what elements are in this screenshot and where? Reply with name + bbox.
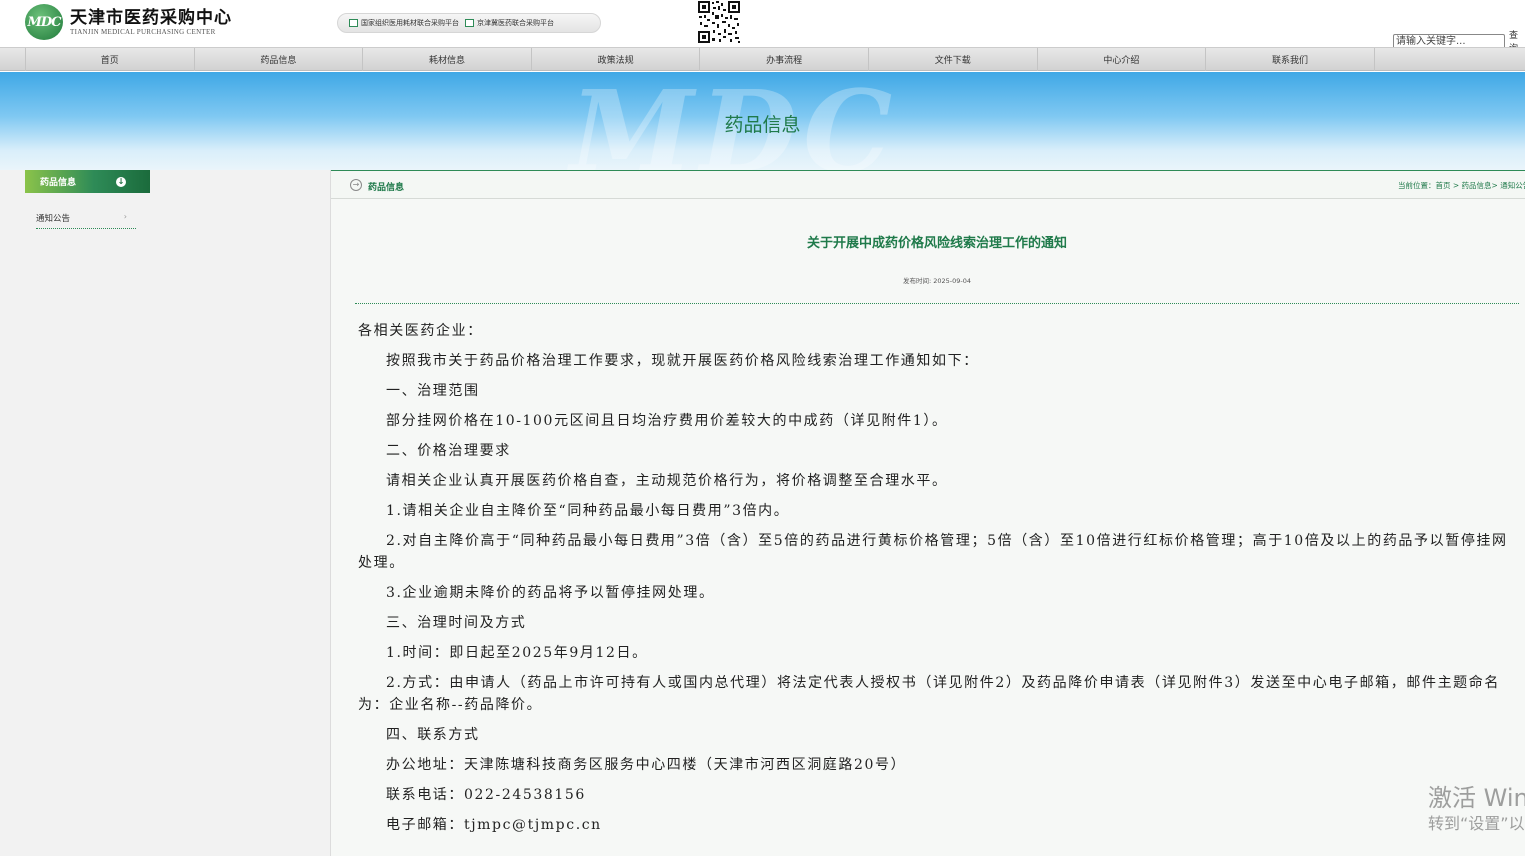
site-logo[interactable]: MDC 天津市医药采购中心 TIANJIN MEDICAL PURCHASING… <box>25 4 232 40</box>
arrow-down-circle-icon: ↓ <box>116 177 126 187</box>
sidebar: 药品信息 ↓ 通知公告 › <box>0 170 330 856</box>
banner-title: 药品信息 <box>724 114 801 136</box>
checkbox-icon <box>349 19 358 27</box>
logo-english-name: TIANJIN MEDICAL PURCHASING CENTER <box>70 27 216 36</box>
logo-chinese-name: 天津市医药采购中心 <box>70 7 232 28</box>
article-paragraph: 一、治理范围 <box>386 383 480 399</box>
sidebar-item-label: 通知公告 <box>36 213 71 224</box>
nav-item-downloads[interactable]: 文件下载 <box>869 48 1038 71</box>
nav-item-drug-info[interactable]: 药品信息 <box>195 48 364 71</box>
article-paragraph: 办公地址：天津陈塘科技商务区服务中心四楼（天津市河西区洞庭路20号） <box>386 757 907 773</box>
page-banner: MDC 药品信息 <box>0 72 1525 170</box>
windows-activation-watermark: 激活 Windows 转到“设置”以激活 Windows。 <box>1428 782 1525 834</box>
sidebar-header-label: 药品信息 <box>40 178 77 188</box>
article-paragraph: 1.时间：即日起至2025年9月12日。 <box>386 645 648 661</box>
main-nav: 首页 药品信息 耗材信息 政策法规 办事流程 文件下载 中心介绍 联系我们 <box>0 47 1525 71</box>
nav-item-contact[interactable]: 联系我们 <box>1206 48 1375 71</box>
nav-item-procedures[interactable]: 办事流程 <box>700 48 869 71</box>
platform-links: 国家组织医用耗材联合采购平台 京津冀医药联合采购平台 <box>337 13 601 33</box>
qr-code-icon <box>697 0 741 44</box>
platform-link-label: 国家组织医用耗材联合采购平台 <box>361 19 459 27</box>
article-paragraph: 部分挂网价格在10-100元区间且日均治疗费用价差较大的中成药（详见附件1）。 <box>386 413 948 429</box>
article-paragraph: 各相关医药企业： <box>358 323 483 339</box>
logo-mark: MDC <box>25 4 63 40</box>
article-paragraph: 电子邮箱：tjmpc@tjmpc.cn <box>386 817 602 833</box>
sidebar-header: 药品信息 ↓ <box>25 170 150 193</box>
checkbox-icon <box>465 19 474 27</box>
article-paragraph: 三、治理时间及方式 <box>386 615 527 631</box>
article-paragraph: 请相关企业认真开展医药价格自查，主动规范价格行为，将价格调整至合理水平。 <box>386 473 948 489</box>
nav-item-consumables[interactable]: 耗材信息 <box>363 48 532 71</box>
platform-link-national[interactable]: 国家组织医用耗材联合采购平台 <box>349 18 459 28</box>
content-area: → 药品信息 当前位置：首页 > 药品信息> 通知公告 关于开展中成药价格风险线… <box>330 170 1525 856</box>
article-body: 各相关医药企业： 按照我市关于药品价格治理工作要求，现就开展医药价格风险线索治理… <box>358 316 1518 840</box>
nav-item-about[interactable]: 中心介绍 <box>1038 48 1207 71</box>
article-date: 发布时间: 2025-09-04 <box>902 277 972 285</box>
nav-item-home[interactable]: 首页 <box>26 48 195 71</box>
nav-item-policy[interactable]: 政策法规 <box>532 48 701 71</box>
article-paragraph: 2.对自主降价高于“同种药品最小每日费用”3倍（含）至5倍的药品进行黄标价格管理… <box>358 533 1508 571</box>
activation-line-2: 转到“设置”以激活 Windows。 <box>1428 814 1525 833</box>
article-paragraph: 3.企业逾期未降价的药品将予以暂停挂网处理。 <box>386 585 715 601</box>
platform-link-label: 京津冀医药联合采购平台 <box>477 19 554 27</box>
section-title: 药品信息 <box>368 183 405 193</box>
breadcrumb-bar: → 药品信息 当前位置：首页 > 药品信息> 通知公告 <box>331 170 1525 199</box>
platform-link-jingjinji[interactable]: 京津冀医药联合采购平台 <box>465 18 554 28</box>
article-paragraph: 2.方式：由申请人（药品上市许可持有人或国内总代理）将法定代表人授权书（详见附件… <box>358 675 1500 713</box>
chevron-right-icon: › <box>123 212 127 221</box>
activation-line-1: 激活 Windows <box>1428 784 1525 812</box>
article-paragraph: 四、联系方式 <box>386 727 480 743</box>
divider <box>355 303 1519 304</box>
article-paragraph: 联系电话：022-24538156 <box>386 787 586 803</box>
article-paragraph: 1.请相关企业自主降价至“同种药品最小每日费用”3倍内。 <box>386 503 790 519</box>
breadcrumb[interactable]: 当前位置：首页 > 药品信息> 通知公告 <box>1398 180 1525 191</box>
sidebar-item-notices[interactable]: 通知公告 › <box>36 207 136 229</box>
article-title: 关于开展中成药价格风险线索治理工作的通知 <box>806 236 1067 251</box>
site-header: MDC 天津市医药采购中心 TIANJIN MEDICAL PURCHASING… <box>0 0 1525 54</box>
article-paragraph: 按照我市关于药品价格治理工作要求，现就开展医药价格风险线索治理工作通知如下： <box>386 353 979 369</box>
arrow-right-circle-icon: → <box>350 179 362 191</box>
article-paragraph: 二、价格治理要求 <box>386 443 511 459</box>
